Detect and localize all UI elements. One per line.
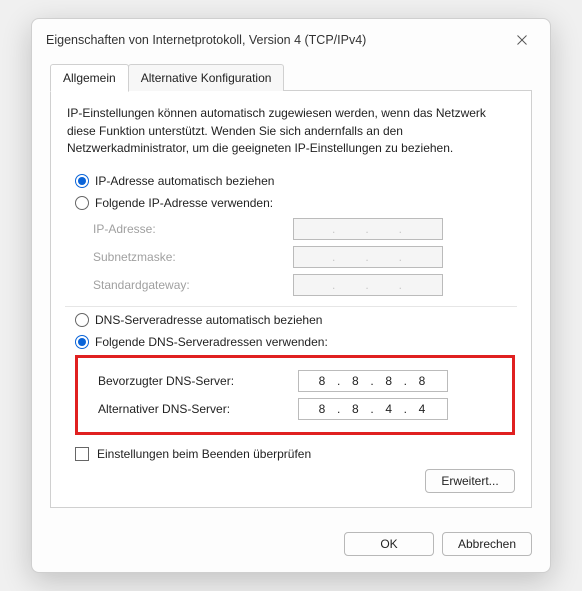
titlebar: Eigenschaften von Internetprotokoll, Ver… (32, 19, 550, 59)
subnet-row: Subnetzmaske: . . . (93, 246, 515, 268)
preferred-dns-input[interactable]: 8. 8. 8. 8 (298, 370, 448, 392)
ok-button-label: OK (380, 537, 397, 551)
tab-alternative[interactable]: Alternative Konfiguration (128, 64, 285, 91)
ip-manual-radio-row[interactable]: Folgende IP-Adresse verwenden: (75, 194, 515, 212)
ip-address-row: IP-Adresse: . . . (93, 218, 515, 240)
ip-octet: 8 (309, 374, 337, 388)
ip-octet: 8 (342, 374, 370, 388)
ip-octet: 4 (409, 402, 437, 416)
alternate-dns-row: Alternativer DNS-Server: 8. 8. 4. 4 (98, 398, 510, 420)
tab-panel-general: IP-Einstellungen können automatisch zuge… (50, 91, 532, 507)
close-button[interactable] (508, 29, 536, 51)
dns-auto-label: DNS-Serveradresse automatisch beziehen (95, 311, 322, 329)
dialog-content: Allgemein Alternative Konfiguration IP-E… (32, 59, 550, 521)
dns-manual-label: Folgende DNS-Serveradressen verwenden: (95, 333, 328, 351)
ip-auto-label: IP-Adresse automatisch beziehen (95, 172, 274, 190)
radio-icon (75, 196, 89, 210)
subnet-input: . . . (293, 246, 443, 268)
tab-alternative-label: Alternative Konfiguration (141, 71, 272, 85)
ip-auto-radio-row[interactable]: IP-Adresse automatisch beziehen (75, 172, 515, 190)
highlight-box: Bevorzugter DNS-Server: 8. 8. 8. 8 Alter… (75, 355, 515, 435)
close-icon (517, 35, 527, 45)
dns-manual-radio-row[interactable]: Folgende DNS-Serveradressen verwenden: (75, 333, 515, 351)
tab-bar: Allgemein Alternative Konfiguration (50, 63, 532, 91)
preferred-dns-row: Bevorzugter DNS-Server: 8. 8. 8. 8 (98, 370, 510, 392)
ip-address-input: . . . (293, 218, 443, 240)
preferred-dns-label: Bevorzugter DNS-Server: (98, 374, 298, 388)
ip-octet: 8 (309, 402, 337, 416)
separator (65, 306, 517, 307)
advanced-row: Erweitert... (67, 469, 515, 493)
advanced-button-label: Erweitert... (441, 474, 498, 488)
ip-manual-label: Folgende IP-Adresse verwenden: (95, 194, 273, 212)
ip-octet: 8 (342, 402, 370, 416)
advanced-button[interactable]: Erweitert... (425, 469, 515, 493)
checkbox-icon (75, 447, 89, 461)
ip-octet: 8 (409, 374, 437, 388)
radio-icon (75, 174, 89, 188)
cancel-button-label: Abbrechen (458, 537, 516, 551)
ip-octet: 4 (376, 402, 404, 416)
alternate-dns-input[interactable]: 8. 8. 4. 4 (298, 398, 448, 420)
tab-general[interactable]: Allgemein (50, 64, 129, 92)
properties-dialog: Eigenschaften von Internetprotokoll, Ver… (31, 18, 551, 572)
radio-icon (75, 313, 89, 327)
ip-group: IP-Adresse automatisch beziehen Folgende… (75, 172, 515, 296)
cancel-button[interactable]: Abbrechen (442, 532, 532, 556)
dialog-button-bar: OK Abbrechen (32, 522, 550, 572)
gateway-label: Standardgateway: (93, 278, 293, 292)
description-text: IP-Einstellungen können automatisch zuge… (67, 105, 515, 157)
subnet-label: Subnetzmaske: (93, 250, 293, 264)
window-title: Eigenschaften von Internetprotokoll, Ver… (46, 33, 366, 47)
radio-icon (75, 335, 89, 349)
ok-button[interactable]: OK (344, 532, 434, 556)
alternate-dns-label: Alternativer DNS-Server: (98, 402, 298, 416)
dns-group: DNS-Serveradresse automatisch beziehen F… (75, 311, 515, 435)
dns-auto-radio-row[interactable]: DNS-Serveradresse automatisch beziehen (75, 311, 515, 329)
gateway-row: Standardgateway: . . . (93, 274, 515, 296)
validate-label: Einstellungen beim Beenden überprüfen (97, 447, 311, 461)
ip-address-label: IP-Adresse: (93, 222, 293, 236)
gateway-input: . . . (293, 274, 443, 296)
validate-checkbox-row[interactable]: Einstellungen beim Beenden überprüfen (75, 447, 515, 461)
tab-general-label: Allgemein (63, 71, 116, 85)
ip-octet: 8 (376, 374, 404, 388)
